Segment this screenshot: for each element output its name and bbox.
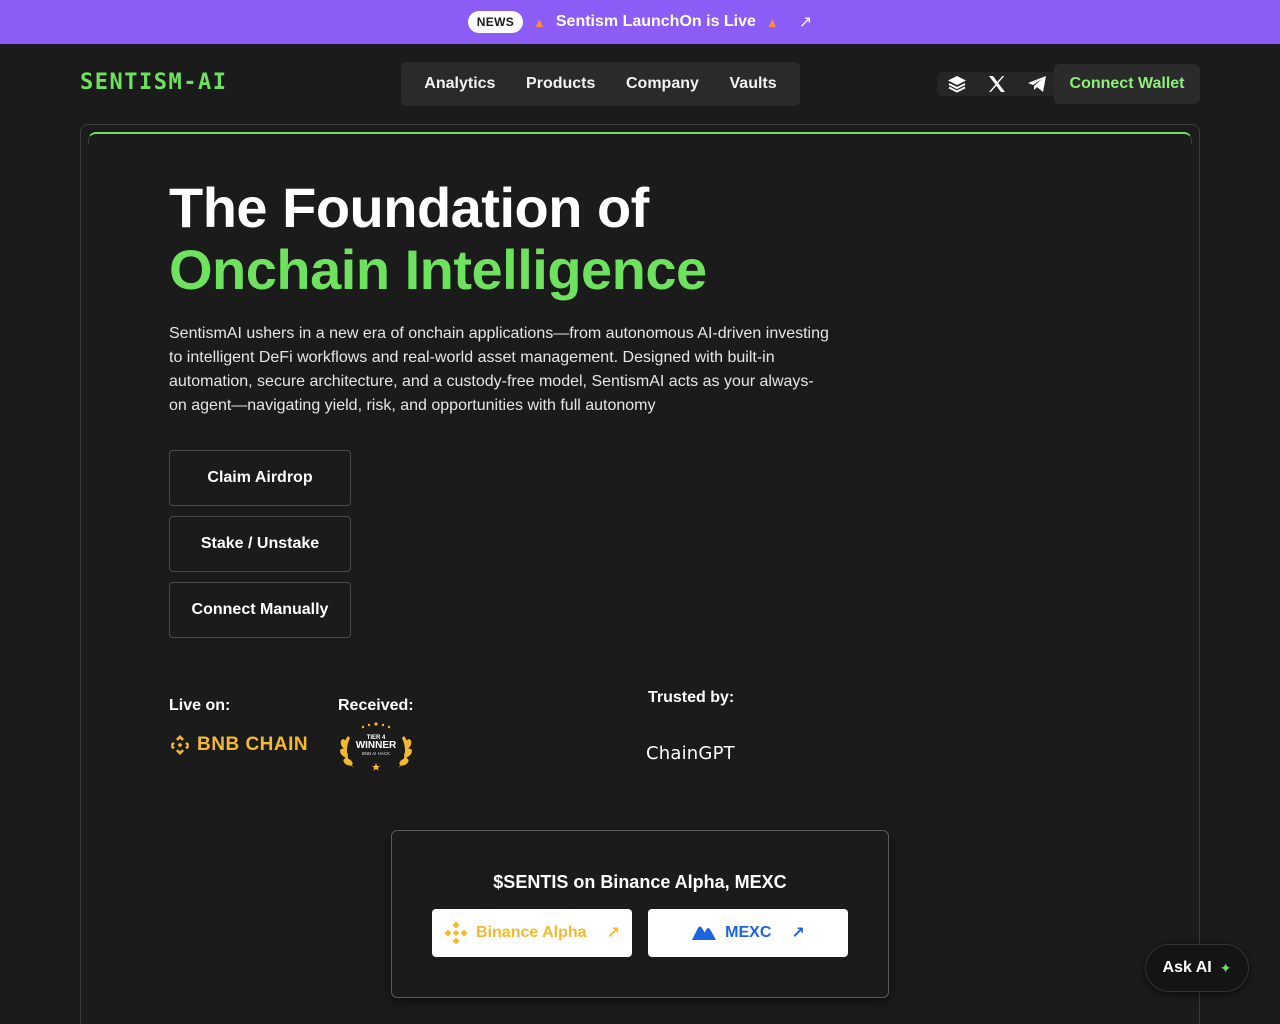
mexc-icon: [692, 926, 717, 940]
telegram-icon[interactable]: [1025, 72, 1049, 96]
binance-alpha-label: Binance Alpha: [476, 924, 587, 941]
mexc-label: MEXC: [725, 924, 772, 941]
ask-ai-button[interactable]: Ask AI ✦: [1145, 944, 1249, 992]
nav-company[interactable]: Company: [626, 75, 699, 93]
hero-accent-line: [88, 132, 1192, 144]
chaingpt-logo: ChainGPT: [646, 743, 735, 764]
news-badge: NEWS: [467, 11, 523, 33]
fire-icon: ▲: [765, 14, 779, 30]
bnb-chain-logo: BNB CHAIN: [169, 734, 308, 756]
stake-unstake-button[interactable]: Stake / Unstake: [169, 516, 351, 572]
winner-badge-icon: TIER 4 WINNER BNB AI HACK: [340, 722, 412, 771]
x-icon[interactable]: [985, 72, 1009, 96]
arrow-up-right-icon: ↗: [606, 925, 620, 942]
claim-airdrop-button[interactable]: Claim Airdrop: [169, 450, 351, 506]
hero-description: SentismAI ushers in a new era of onchain…: [169, 325, 829, 414]
logo[interactable]: SENTISM-AI: [80, 70, 227, 95]
mexc-button[interactable]: MEXC ↗: [648, 909, 848, 957]
connect-wallet-button[interactable]: Connect Wallet: [1054, 64, 1200, 104]
exchange-title: $SENTIS on Binance Alpha, MEXC: [493, 872, 787, 892]
main-nav: Analytics Products Company Vaults: [401, 62, 800, 106]
bnb-icon: [171, 735, 189, 755]
ask-ai-label: Ask AI: [1162, 959, 1212, 976]
live-on-label: Live on:: [169, 697, 231, 714]
received-label: Received:: [338, 697, 414, 714]
news-text[interactable]: Sentism LaunchOn is Live: [556, 13, 756, 31]
layers-icon[interactable]: [945, 72, 969, 96]
connect-manually-button[interactable]: Connect Manually: [169, 582, 351, 638]
arrow-up-right-icon: ↗: [791, 925, 805, 942]
binance-alpha-button[interactable]: Binance Alpha ↗: [432, 909, 632, 957]
headline-line2: Onchain Intelligence: [169, 238, 707, 301]
arrow-up-right-icon[interactable]: ↗: [799, 12, 812, 32]
binance-icon: [444, 921, 468, 945]
news-bar[interactable]: NEWS ▲ Sentism LaunchOn is Live ▲ ↗: [0, 0, 1280, 44]
award-subtitle: BNB AI HACK: [362, 751, 390, 756]
nav-products[interactable]: Products: [526, 75, 595, 93]
nav-vaults[interactable]: Vaults: [730, 75, 777, 93]
fire-icon: ▲: [533, 14, 546, 30]
social-links: [937, 72, 1057, 96]
sparkle-icon: ✦: [1219, 959, 1232, 976]
nav-analytics[interactable]: Analytics: [424, 75, 495, 93]
trusted-by-label: Trusted by:: [648, 689, 735, 706]
award-title: WINNER: [356, 740, 397, 751]
bnb-chain-text: BNB CHAIN: [197, 734, 309, 755]
headline-line1: The Foundation of: [169, 176, 649, 239]
